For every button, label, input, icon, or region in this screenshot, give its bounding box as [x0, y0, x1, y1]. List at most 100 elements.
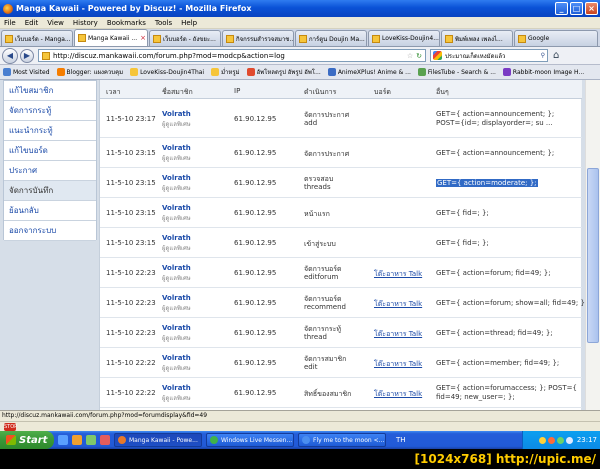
log-time: 11-5-10 22:22	[106, 359, 156, 367]
header-other: อื่นๆ	[436, 88, 449, 96]
taskbar-item-player[interactable]: Fly me to the moon <...	[298, 433, 386, 447]
close-button[interactable]: ×	[585, 2, 598, 15]
bookmark-item[interactable]: Most Visited	[3, 68, 50, 76]
sidebar-item-logout[interactable]: ออกจากระบบ	[4, 221, 96, 241]
log-board-link[interactable]: โต๊ะอาหาร Talk	[374, 359, 422, 370]
forward-arrow-icon[interactable]: ▶	[20, 48, 34, 63]
ie-quicklaunch-icon[interactable]	[58, 435, 68, 445]
media-quicklaunch-icon[interactable]	[100, 435, 110, 445]
taskbar-item-messenger[interactable]: Windows Live Messen...	[206, 433, 294, 447]
back-arrow-icon[interactable]: ◀	[2, 47, 18, 64]
menu-edit[interactable]: Edit	[25, 19, 39, 27]
sidebar-item-edit-forum[interactable]: แก้ไขบอร์ด	[4, 141, 96, 161]
tab-5[interactable]: LoveKiss-Doujin4...	[368, 30, 440, 46]
volume-icon[interactable]	[565, 436, 573, 444]
vertical-scrollbar[interactable]	[585, 80, 600, 410]
bookmark-item[interactable]: Blogger: แผงควบคุม	[56, 67, 123, 77]
url-text: http://discuz.mankawaii.com/forum.php?mo…	[53, 51, 285, 60]
log-board-link[interactable]: โต๊ะอาหาร Talk	[374, 299, 422, 310]
log-board-link[interactable]: โต๊ะอาหาร Talk	[374, 269, 422, 280]
log-username-link[interactable]: Volrath	[162, 144, 191, 152]
log-username-link[interactable]: Volrath	[162, 384, 191, 392]
log-username-link[interactable]: Volrath	[162, 234, 191, 242]
site-favicon	[42, 51, 50, 60]
tray-icon[interactable]	[556, 436, 564, 444]
bookmark-item[interactable]: AnimeXPlus! Anime & ...	[327, 68, 411, 76]
log-time: 11-5-10 22:23	[106, 329, 156, 337]
firefox-icon	[118, 436, 126, 444]
log-action-detail: add	[304, 119, 318, 127]
tab-close-icon[interactable]: ×	[140, 34, 146, 42]
sidebar-item-logs[interactable]: จัดการบันทึก	[4, 181, 96, 201]
tab-4[interactable]: การ์ตูน Doujin Ma...	[295, 30, 367, 46]
tab-favicon	[445, 34, 453, 43]
log-username-link[interactable]: Volrath	[162, 174, 191, 182]
sidebar-item-manage-threads[interactable]: จัดการกระทู้	[4, 101, 96, 121]
bookmark-item[interactable]: อัพโหลดรูป อัพรูป อัพโ...	[246, 67, 321, 77]
bookmark-item[interactable]: FilesTube - Search & ...	[417, 68, 496, 76]
menu-file[interactable]: File	[4, 19, 16, 27]
search-icon[interactable]: ⚲	[541, 52, 545, 59]
sidebar-item-edit-member[interactable]: แก้ไขสมาชิก	[4, 81, 96, 101]
tab-0[interactable]: เว็บบอร์ด - Manga...	[1, 30, 73, 46]
log-other-detail: POST={id=; displayorder=; su ...	[436, 119, 553, 127]
tab-1[interactable]: Manga Kawaii ... ×	[74, 29, 148, 46]
bookmark-star-icon[interactable]: ☆	[407, 52, 413, 60]
log-board-link[interactable]: โต๊ะอาหาร Talk	[374, 329, 422, 340]
minimize-button[interactable]: _	[555, 2, 568, 15]
log-username-link[interactable]: Volrath	[162, 324, 191, 332]
scrollbar-thumb[interactable]	[587, 168, 599, 343]
tab-7[interactable]: Google	[514, 30, 598, 46]
menu-view[interactable]: View	[47, 19, 64, 27]
bookmark-item[interactable]: ม่ำหรูม่	[211, 67, 240, 77]
log-username-link[interactable]: Volrath	[162, 110, 191, 118]
taskbar-item-firefox[interactable]: Manga Kawaii - Powe...	[114, 433, 202, 447]
title-bar[interactable]: Manga Kawaii - Powered by Discuz! - Mozi…	[0, 0, 600, 17]
table-row: 11-5-10 23:15 Volrath ผู้ดูแลพิเศษ 61.90.12…	[100, 228, 582, 258]
menu-history[interactable]: History	[73, 19, 98, 27]
status-bar: http://discuz.mankawaii.com/forum.php?mo…	[0, 410, 600, 421]
tab-6[interactable]: พิมพ์เพลง เพลงไ...	[441, 30, 513, 46]
search-input[interactable]: ประมาณเก็ดเหงมัดแล้ว ⚲	[430, 49, 548, 62]
page-content: แก้ไขสมาชิก จัดการกระทู้ แนะนำกระทู้ แก้…	[0, 80, 600, 410]
tab-favicon	[372, 34, 380, 43]
sidebar-item-recommend-threads[interactable]: แนะนำกระทู้	[4, 121, 96, 141]
menu-tools[interactable]: Tools	[155, 19, 172, 27]
menu-help[interactable]: Help	[181, 19, 197, 27]
log-ip: 61.90.12.95	[234, 209, 277, 217]
refresh-icon[interactable]: ↻	[416, 52, 422, 60]
log-user-group: ผู้ดูแลพิเศษ	[162, 215, 191, 222]
firefox-quicklaunch-icon[interactable]	[72, 435, 82, 445]
clock[interactable]: 23:17	[577, 436, 597, 444]
log-other: GET={ fid=; };	[436, 239, 489, 247]
log-board-link[interactable]: โต๊ะอาหาร Talk	[374, 389, 422, 400]
table-row: 11-5-10 23:15 Volrath ผู้ดูแลพิเศษ 61.90.12…	[100, 138, 582, 168]
home-icon[interactable]: ⌂	[553, 50, 559, 61]
sidebar-item-back[interactable]: ย้อนกลับ	[4, 201, 96, 221]
desktop-quicklaunch-icon[interactable]	[86, 435, 96, 445]
log-user-group: ผู้ดูแลพิเศษ	[162, 275, 191, 282]
log-username-link[interactable]: Volrath	[162, 264, 191, 272]
language-indicator[interactable]: TH	[396, 436, 406, 444]
sidebar-item-announcements[interactable]: ประกาศ	[4, 161, 96, 181]
start-button[interactable]: Start	[0, 431, 54, 449]
tab-3[interactable]: กิจกรรมสำรวจสมาช...	[222, 30, 294, 46]
stop-icon[interactable]: STOP	[4, 423, 17, 431]
log-username-link[interactable]: Volrath	[162, 204, 191, 212]
log-username-link[interactable]: Volrath	[162, 294, 191, 302]
tab-2[interactable]: เว็บบอร์ด - ถังขยะ...	[149, 30, 221, 46]
log-username-link[interactable]: Volrath	[162, 354, 191, 362]
log-action: หน้าแรก	[304, 210, 330, 218]
tray-icon[interactable]	[538, 436, 546, 444]
menu-bookmarks[interactable]: Bookmarks	[107, 19, 146, 27]
log-ip: 61.90.12.95	[234, 239, 277, 247]
url-bar[interactable]: http://discuz.mankawaii.com/forum.php?mo…	[38, 49, 426, 62]
log-user-group: ผู้ดูแลพิเศษ	[162, 305, 191, 312]
bookmark-item[interactable]: LoveKiss-Doujin4Thai	[130, 68, 204, 76]
log-action: เข้าสู่ระบบ	[304, 240, 336, 248]
bookmark-item[interactable]: Rabbit-moon Image H...	[502, 68, 584, 76]
log-ip: 61.90.12.95	[234, 179, 277, 187]
tray-icon[interactable]	[547, 436, 555, 444]
maximize-button[interactable]: □	[570, 2, 583, 15]
table-row: 11-5-10 23:15 Volrath ผู้ดูแลพิเศษ 61.90.12…	[100, 198, 582, 228]
